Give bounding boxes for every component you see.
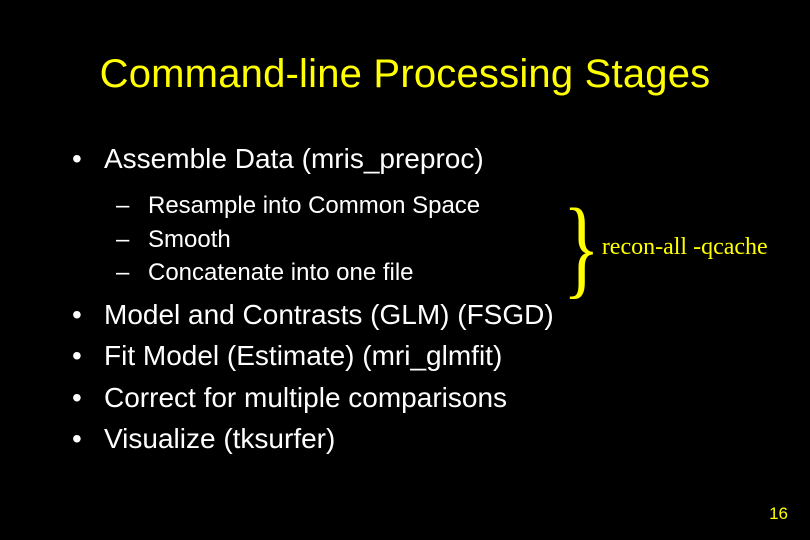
bullet-correct-comparisons: Correct for multiple comparisons bbox=[66, 380, 770, 416]
bullet-fit-model: Fit Model (Estimate) (mri_glmfit) bbox=[66, 338, 770, 374]
bullet-text: Model and Contrasts (GLM) (FSGD) bbox=[104, 299, 554, 330]
curly-brace-icon: } bbox=[563, 198, 600, 297]
bullet-model-contrasts: Model and Contrasts (GLM) (FSGD) bbox=[66, 297, 770, 333]
brace-label: recon-all -qcache bbox=[602, 234, 768, 261]
brace-annotation: } recon-all -qcache bbox=[555, 198, 768, 297]
main-bullet-list: Assemble Data (mris_preproc) Resample in… bbox=[66, 141, 770, 457]
bullet-text: Fit Model (Estimate) (mri_glmfit) bbox=[104, 340, 502, 371]
bullet-visualize: Visualize (tksurfer) bbox=[66, 421, 770, 457]
slide: Command-line Processing Stages Assemble … bbox=[0, 0, 810, 540]
bullet-text: Visualize (tksurfer) bbox=[104, 423, 335, 454]
sub-bullet-text: Concatenate into one file bbox=[148, 259, 414, 286]
slide-title: Command-line Processing Stages bbox=[0, 0, 810, 97]
bullet-text: Assemble Data (mris_preproc) bbox=[104, 143, 484, 174]
bullet-text: Correct for multiple comparisons bbox=[104, 382, 507, 413]
sub-bullet-text: Smooth bbox=[148, 226, 231, 253]
sub-bullet-text: Resample into Common Space bbox=[148, 192, 480, 219]
page-number: 16 bbox=[769, 504, 788, 524]
slide-content: Assemble Data (mris_preproc) Resample in… bbox=[0, 141, 810, 457]
